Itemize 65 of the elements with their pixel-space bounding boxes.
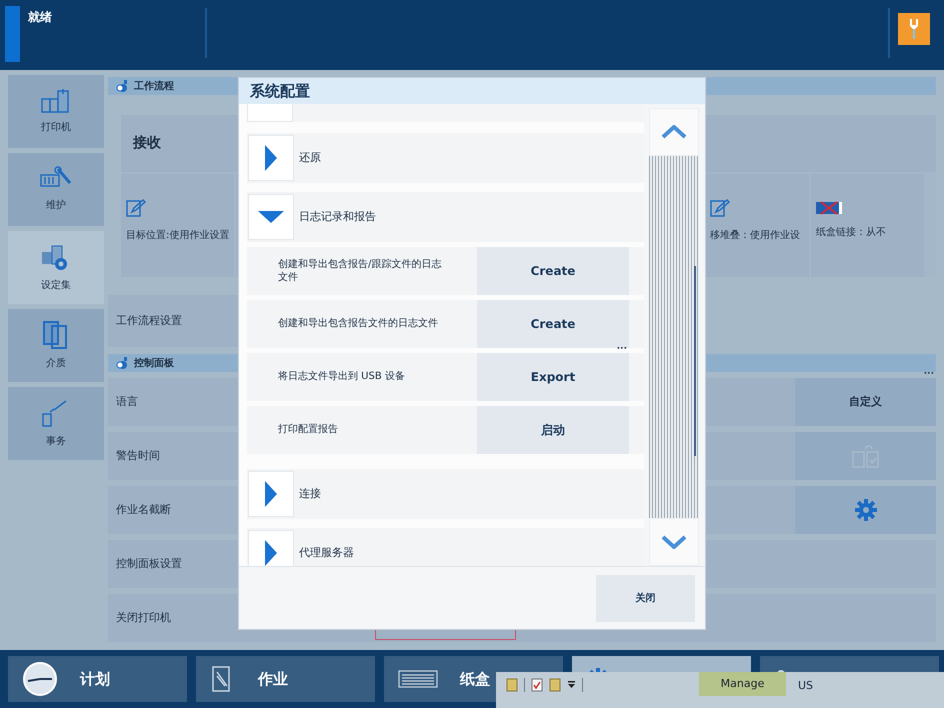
row-label: 关闭打印机	[116, 610, 171, 626]
item-label: 创建和导出包含报告/跟踪文件的日志文件	[277, 258, 442, 284]
more-icon: ···	[924, 370, 934, 379]
setting-tile[interactable]: 目标位置:使用作业设置	[121, 174, 234, 277]
item-label: 将日志文件导出到 USB 设备	[277, 370, 406, 384]
scrollbar-thumb[interactable]	[694, 266, 696, 456]
pages-icon	[42, 320, 70, 350]
tray-icon	[398, 669, 438, 689]
tile-label: 移堆叠：使用作业设	[710, 228, 800, 243]
expand-button[interactable]	[248, 530, 294, 566]
triangle-right-icon	[264, 481, 278, 507]
tile-label: 目标位置:使用作业设置	[126, 228, 230, 243]
printer-icon	[41, 88, 71, 114]
action-button[interactable]: 启动	[477, 406, 629, 454]
clock-icon	[22, 661, 58, 697]
edit-icon	[710, 198, 730, 218]
wrench-icon	[909, 18, 919, 40]
flag-icon	[816, 201, 842, 215]
nav-tab[interactable]: 介质	[8, 309, 104, 382]
expand-button[interactable]	[248, 194, 294, 240]
status-text: 就绪	[28, 9, 52, 26]
chevron-up-icon	[661, 125, 687, 139]
scroll-up-button[interactable]	[649, 108, 699, 156]
tile-label: 纸盒链接：从不	[816, 226, 886, 240]
more-icon: ···	[616, 345, 627, 354]
section-title: 控制面板	[134, 356, 174, 370]
nav-tab[interactable]: 作业	[196, 656, 375, 702]
status-indicator	[5, 6, 20, 62]
settings-button[interactable]	[795, 486, 936, 534]
nav-tab[interactable]: 计划	[8, 656, 187, 702]
nav-tab[interactable]: 打印机	[8, 75, 104, 148]
triangle-right-icon	[264, 540, 278, 566]
group-icon	[116, 80, 130, 92]
nav-tab[interactable]: 维护	[8, 153, 104, 226]
action-button[interactable]: Create	[477, 247, 629, 295]
nav-tab[interactable]: 事务	[8, 387, 104, 460]
close-button[interactable]: 关闭	[596, 574, 695, 622]
row-label: 警告时间	[116, 448, 160, 464]
checklist-icon[interactable]	[531, 678, 543, 692]
row-label: 语言	[116, 394, 138, 410]
section-label: 代理服务器	[299, 544, 354, 561]
caret-icon[interactable]	[567, 678, 576, 690]
folder-icon[interactable]	[549, 678, 561, 692]
dialog-title: 系统配置	[239, 78, 705, 104]
expand-button[interactable]	[248, 135, 294, 181]
nav-tab[interactable]: 设定集	[8, 231, 104, 304]
triangle-down-icon	[258, 210, 284, 224]
edit-icon	[126, 198, 146, 218]
section-label: 连接	[299, 486, 321, 502]
row-label: 控制面板设置	[116, 556, 182, 572]
group-icon	[116, 357, 130, 369]
item-label: 打印配置报告	[277, 423, 339, 437]
folder-icon[interactable]	[506, 678, 518, 692]
scroll-down-button[interactable]	[649, 518, 699, 566]
section-label: 日志记录和报告	[299, 208, 376, 225]
section-label: 还原	[299, 150, 321, 166]
triangle-right-icon	[264, 145, 278, 171]
chevron-down-icon	[661, 535, 687, 549]
section-title: 工作流程	[134, 79, 174, 94]
region-label: US	[798, 678, 814, 694]
row-label: 作业名截断	[116, 502, 171, 518]
manage-button[interactable]: Manage	[699, 672, 786, 696]
expand-button[interactable]	[248, 471, 294, 517]
setting-tile[interactable]: 纸盒链接：从不	[811, 174, 924, 277]
wrench-button[interactable]	[898, 13, 930, 45]
